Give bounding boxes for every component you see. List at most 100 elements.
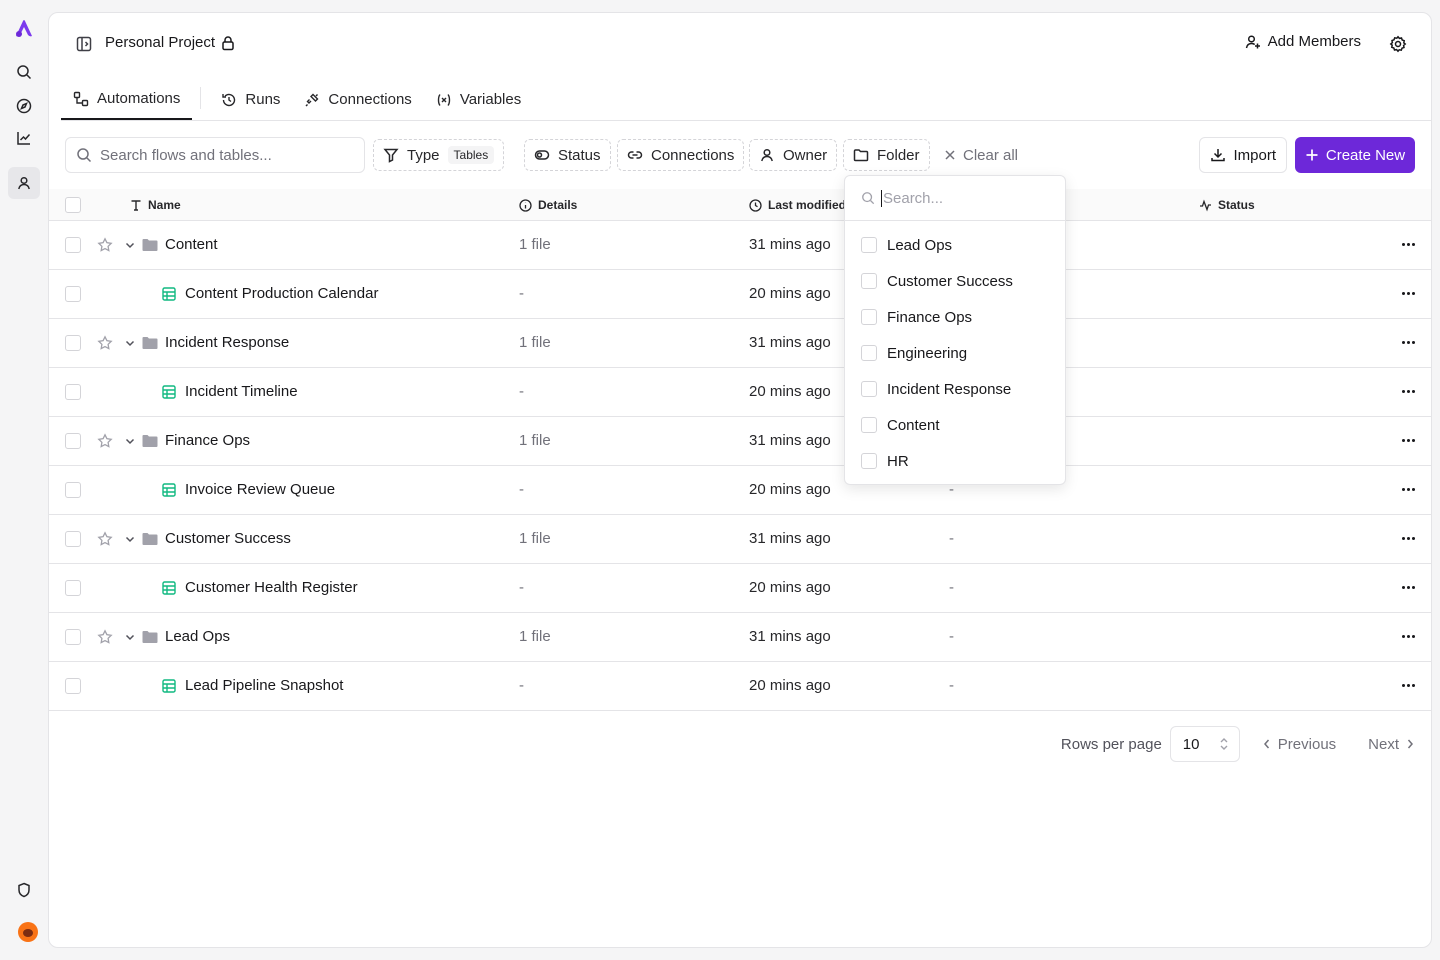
analytics-chart-icon[interactable] xyxy=(8,122,40,154)
chevron-down-icon[interactable] xyxy=(124,533,136,545)
row-name[interactable]: Incident Response xyxy=(165,334,289,351)
row-name[interactable]: Customer Health Register xyxy=(185,579,358,596)
row-name[interactable]: Content Production Calendar xyxy=(185,285,378,302)
star-icon[interactable] xyxy=(97,531,113,547)
table-row[interactable]: Content 1 file 31 mins ago xyxy=(49,221,1431,270)
row-name[interactable]: Invoice Review Queue xyxy=(185,481,335,498)
explore-compass-icon[interactable] xyxy=(8,90,40,122)
folder-option[interactable]: Incident Response xyxy=(845,371,1065,407)
more-actions-icon[interactable] xyxy=(1402,635,1415,638)
folder-option[interactable]: Content xyxy=(845,407,1065,443)
filter-funnel-icon xyxy=(383,147,399,163)
type-filter[interactable]: Type Tables xyxy=(373,139,505,171)
row-checkbox[interactable] xyxy=(65,384,81,400)
table-row[interactable]: Lead Ops 1 file 31 mins ago - xyxy=(49,613,1431,662)
next-page-button[interactable]: Next xyxy=(1368,736,1415,753)
sidebar-toggle-icon[interactable] xyxy=(75,35,93,53)
table-row[interactable]: Lead Pipeline Snapshot - 20 mins ago - xyxy=(49,662,1431,711)
star-icon[interactable] xyxy=(97,335,113,351)
row-name[interactable]: Lead Pipeline Snapshot xyxy=(185,677,343,694)
folder-search-input[interactable]: Search... xyxy=(845,176,1065,221)
tab-connections[interactable]: Connections xyxy=(292,79,423,120)
status-filter[interactable]: Status xyxy=(524,139,611,171)
tab-variables[interactable]: Variables xyxy=(424,79,533,120)
folder-filter[interactable]: Folder xyxy=(843,139,930,171)
chevron-down-icon[interactable] xyxy=(124,337,136,349)
row-name[interactable]: Lead Ops xyxy=(165,628,230,645)
row-checkbox[interactable] xyxy=(65,335,81,351)
row-name[interactable]: Customer Success xyxy=(165,530,291,547)
table-row[interactable]: Invoice Review Queue - 20 mins ago - xyxy=(49,466,1431,515)
table-row[interactable]: Incident Response 1 file 31 mins ago xyxy=(49,319,1431,368)
chevron-down-icon[interactable] xyxy=(124,435,136,447)
search-input[interactable]: Search flows and tables... xyxy=(65,137,365,173)
chevron-down-icon[interactable] xyxy=(124,631,136,643)
user-avatar[interactable] xyxy=(18,922,38,942)
folder-option[interactable]: Engineering xyxy=(845,335,1065,371)
create-new-button[interactable]: Create New xyxy=(1295,137,1415,173)
folder-option-checkbox[interactable] xyxy=(861,309,877,325)
folder-option[interactable]: Finance Ops xyxy=(845,299,1065,335)
chevron-down-icon[interactable] xyxy=(124,239,136,251)
table-row[interactable]: Finance Ops 1 file 31 mins ago xyxy=(49,417,1431,466)
row-checkbox[interactable] xyxy=(65,678,81,694)
more-actions-icon[interactable] xyxy=(1402,537,1415,540)
row-checkbox[interactable] xyxy=(65,580,81,596)
table-row[interactable]: Customer Health Register - 20 mins ago - xyxy=(49,564,1431,613)
folder-option[interactable]: Lead Ops xyxy=(845,227,1065,263)
select-all-checkbox[interactable] xyxy=(65,197,81,213)
folder-option-checkbox[interactable] xyxy=(861,417,877,433)
star-icon[interactable] xyxy=(97,629,113,645)
connections-filter[interactable]: Connections xyxy=(617,139,745,171)
owner-filter[interactable]: Owner xyxy=(749,139,838,171)
star-icon[interactable] xyxy=(97,237,113,253)
clear-all-button[interactable]: Clear all xyxy=(943,139,1018,171)
table-row[interactable]: Content Production Calendar - 20 mins ag… xyxy=(49,270,1431,319)
tab-automations[interactable]: Automations xyxy=(61,79,193,120)
row-checkbox[interactable] xyxy=(65,237,81,253)
folder-option-checkbox[interactable] xyxy=(861,381,877,397)
folder-option-checkbox[interactable] xyxy=(861,345,877,361)
user-projects-icon[interactable] xyxy=(8,167,40,199)
row-name[interactable]: Content xyxy=(165,236,218,253)
row-checkbox[interactable] xyxy=(65,629,81,645)
row-name[interactable]: Incident Timeline xyxy=(185,383,298,400)
rows-per-page-select[interactable]: 10 xyxy=(1169,726,1240,762)
more-actions-icon[interactable] xyxy=(1402,439,1415,442)
details-column-header[interactable]: Details xyxy=(519,189,577,221)
tab-runs[interactable]: Runs xyxy=(209,79,292,120)
app-logo-icon[interactable] xyxy=(12,16,36,40)
folder-option-checkbox[interactable] xyxy=(861,237,877,253)
row-name[interactable]: Finance Ops xyxy=(165,432,250,449)
more-actions-icon[interactable] xyxy=(1402,586,1415,589)
more-actions-icon[interactable] xyxy=(1402,341,1415,344)
shield-icon[interactable] xyxy=(8,874,40,906)
row-checkbox[interactable] xyxy=(65,482,81,498)
status-column-header[interactable]: Status xyxy=(1199,189,1255,221)
import-button[interactable]: Import xyxy=(1199,137,1287,173)
filter-bar: Search flows and tables... Type Tables S… xyxy=(65,137,1415,173)
folder-option-checkbox[interactable] xyxy=(861,273,877,289)
more-actions-icon[interactable] xyxy=(1402,292,1415,295)
row-checkbox[interactable] xyxy=(65,531,81,547)
folder-option-checkbox[interactable] xyxy=(861,453,877,469)
row-checkbox[interactable] xyxy=(65,286,81,302)
last-modified-column-header[interactable]: Last modified xyxy=(749,189,846,221)
gear-icon[interactable] xyxy=(1389,35,1407,53)
previous-page-button[interactable]: Previous xyxy=(1262,736,1336,753)
project-title[interactable]: Personal Project xyxy=(105,34,236,51)
star-icon[interactable] xyxy=(97,433,113,449)
table-row[interactable]: Customer Success 1 file 31 mins ago - xyxy=(49,515,1431,564)
search-icon[interactable] xyxy=(8,56,40,88)
folder-option[interactable]: Customer Success xyxy=(845,263,1065,299)
name-column-header[interactable]: Name xyxy=(130,189,181,221)
more-actions-icon[interactable] xyxy=(1402,390,1415,393)
table-row[interactable]: Incident Timeline - 20 mins ago xyxy=(49,368,1431,417)
more-actions-icon[interactable] xyxy=(1402,243,1415,246)
left-rail xyxy=(0,0,48,960)
add-members-button[interactable]: Add Members xyxy=(1245,33,1361,50)
folder-option[interactable]: HR xyxy=(845,443,1065,479)
more-actions-icon[interactable] xyxy=(1402,488,1415,491)
row-checkbox[interactable] xyxy=(65,433,81,449)
more-actions-icon[interactable] xyxy=(1402,684,1415,687)
